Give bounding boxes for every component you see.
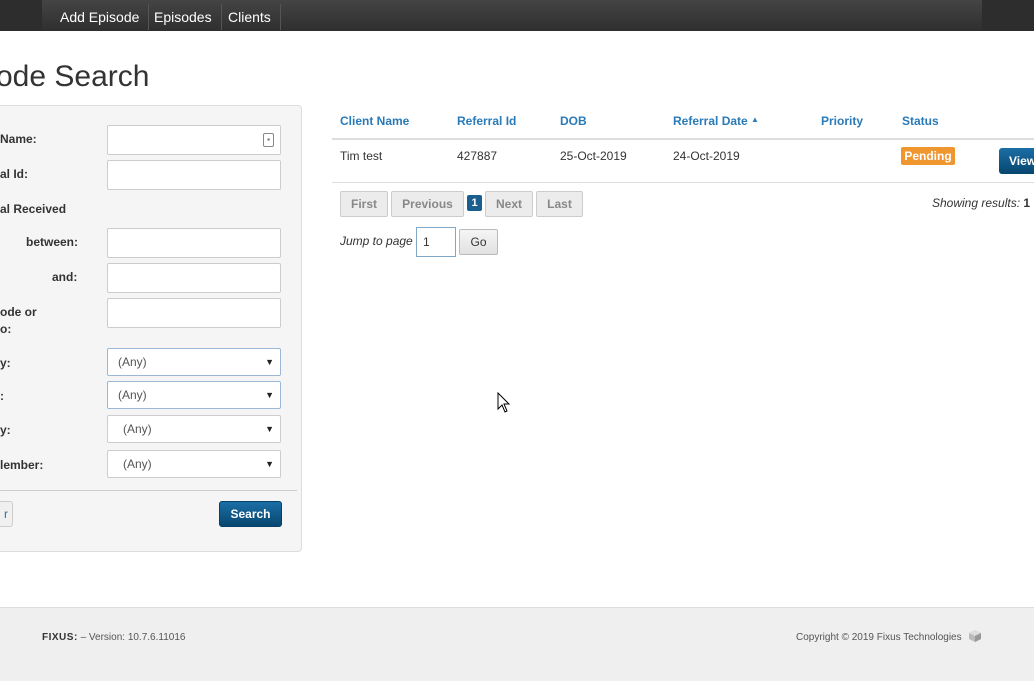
column-header-referral-date[interactable]: Referral Date ▲	[673, 114, 759, 128]
last-page-button[interactable]: Last	[536, 191, 583, 217]
status-select-value: (Any)	[118, 388, 147, 402]
member-label: lember:	[0, 458, 44, 472]
fixus-logo-icon	[969, 630, 981, 642]
postcode-label-line1: ode or	[0, 305, 37, 319]
footer-copyright: Copyright © 2019 Fixus Technologies	[796, 632, 962, 643]
table-header-divider	[332, 138, 1034, 140]
main-navbar: Add Episode Episodes Clients	[42, 0, 982, 31]
current-page-indicator[interactable]: 1	[467, 195, 482, 211]
column-header-dob[interactable]: DOB	[560, 114, 587, 128]
clear-button[interactable]: r	[0, 501, 13, 527]
sort-ascending-icon: ▲	[751, 115, 759, 124]
date-from-input[interactable]	[107, 228, 281, 258]
between-label: between:	[26, 235, 79, 249]
page-title: ode Search	[0, 60, 150, 93]
cell-client-name: Tim test	[340, 149, 383, 163]
column-header-priority[interactable]: Priority	[821, 114, 863, 128]
member-select-value: (Any)	[123, 457, 152, 471]
column-header-referral-id[interactable]: Referral Id	[457, 114, 516, 128]
results-count-value: 1	[1023, 196, 1031, 210]
next-page-button[interactable]: Next	[485, 191, 533, 217]
cell-dob: 25-Oct-2019	[560, 149, 627, 163]
client-name-label: Name:	[0, 132, 37, 146]
team-select[interactable]: (Any) ▼	[107, 415, 281, 443]
status-label: :	[0, 389, 4, 403]
client-name-input[interactable]: ▪	[107, 125, 281, 155]
view-button[interactable]: View	[999, 148, 1034, 174]
cell-referral-id: 427887	[457, 149, 498, 163]
nav-add-episode[interactable]: Add Episode	[51, 4, 150, 30]
column-header-status[interactable]: Status	[902, 114, 939, 128]
panel-divider	[0, 490, 297, 491]
table-row-divider	[332, 182, 1034, 183]
column-header-referral-date-label: Referral Date	[673, 114, 748, 128]
postcode-input[interactable]	[107, 298, 281, 328]
referral-id-input[interactable]	[107, 160, 281, 190]
nav-episodes[interactable]: Episodes	[145, 4, 222, 30]
results-count: Showing results: 1	[932, 196, 1030, 210]
footer-version: FIXUS: – Version: 10.7.6.11016	[42, 632, 185, 643]
status-select[interactable]: (Any) ▼	[107, 381, 281, 409]
footer: FIXUS: – Version: 10.7.6.11016 Copyright…	[0, 607, 1034, 681]
first-page-button[interactable]: First	[340, 191, 388, 217]
column-header-client-name[interactable]: Client Name	[340, 114, 409, 128]
priority-label: y:	[0, 356, 11, 370]
team-label: y:	[0, 423, 11, 437]
chevron-down-icon: ▼	[265, 424, 274, 434]
priority-select-value: (Any)	[118, 355, 147, 369]
contact-card-icon[interactable]: ▪	[263, 133, 274, 147]
nav-clients[interactable]: Clients	[219, 4, 281, 30]
results-count-label: Showing results:	[932, 196, 1021, 210]
referral-received-label: al Received	[0, 202, 67, 216]
referral-id-label: al Id:	[0, 167, 29, 181]
member-select[interactable]: (Any) ▼	[107, 450, 281, 478]
priority-select[interactable]: (Any) ▼	[107, 348, 281, 376]
mouse-cursor-icon	[497, 392, 511, 413]
date-to-input[interactable]	[107, 263, 281, 293]
status-badge: Pending	[901, 147, 955, 165]
jump-to-page-input[interactable]: 1	[416, 227, 456, 257]
chevron-down-icon: ▼	[265, 459, 274, 469]
jump-to-page-label: Jump to page	[340, 234, 413, 248]
footer-brand: FIXUS:	[42, 632, 78, 643]
postcode-label-line2: o:	[0, 322, 12, 336]
go-button[interactable]: Go	[459, 229, 498, 255]
chevron-down-icon: ▼	[265, 357, 274, 367]
team-select-value: (Any)	[123, 422, 152, 436]
search-button[interactable]: Search	[219, 501, 282, 527]
previous-page-button[interactable]: Previous	[391, 191, 464, 217]
and-label: and:	[52, 270, 78, 284]
cell-referral-date: 24-Oct-2019	[673, 149, 740, 163]
footer-version-text: – Version: 10.7.6.11016	[80, 632, 186, 643]
chevron-down-icon: ▼	[265, 390, 274, 400]
